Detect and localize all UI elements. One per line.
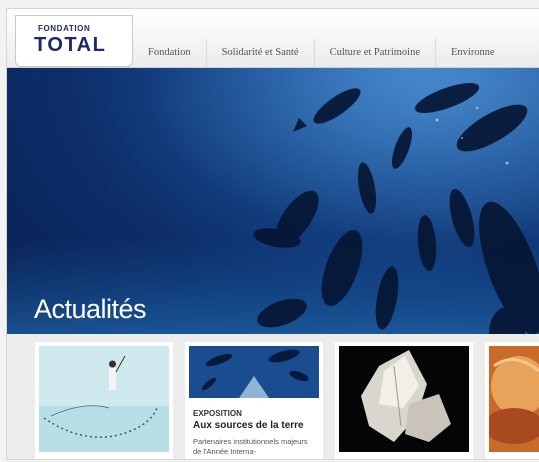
logo-small-text: FONDATION <box>38 24 91 33</box>
card-category: EXPOSITION <box>193 409 242 418</box>
nav-item-fondation[interactable]: Fondation <box>133 39 206 67</box>
hero-banner: Actualités <box>7 68 539 344</box>
news-card-crystal[interactable] <box>335 342 473 459</box>
card-description: Partenaires institutionnels majeurs de l… <box>193 437 308 456</box>
news-card-painting[interactable] <box>485 342 539 459</box>
main-nav: Fondation Solidarité et Santé Culture et… <box>133 39 510 67</box>
site-header: FONDATION TOTAL Fondation Solidarité et … <box>7 9 539 68</box>
logo-big-text: TOTAL <box>34 34 107 56</box>
page-frame: FONDATION TOTAL Fondation Solidarité et … <box>6 8 539 460</box>
news-cards-strip: EXPOSITION Aux sources de la terre Parte… <box>7 334 539 459</box>
fondation-total-logo[interactable]: FONDATION TOTAL <box>15 15 133 67</box>
card-crystal-image <box>339 346 469 452</box>
nav-item-culture-patrimoine[interactable]: Culture et Patrimoine <box>313 39 435 67</box>
nav-item-solidarite-sante[interactable]: Solidarité et Santé <box>205 39 314 67</box>
card-installation-image <box>39 346 169 452</box>
page-title: Actualités <box>34 294 147 324</box>
card-exposition-image <box>189 346 319 398</box>
nav-item-environnement[interactable]: Environne <box>434 39 510 67</box>
news-card-installation[interactable] <box>35 342 173 459</box>
news-card-exposition[interactable]: EXPOSITION Aux sources de la terre Parte… <box>185 342 323 459</box>
card-title[interactable]: Aux sources de la terre <box>193 420 304 431</box>
card-painting-image <box>489 346 539 452</box>
